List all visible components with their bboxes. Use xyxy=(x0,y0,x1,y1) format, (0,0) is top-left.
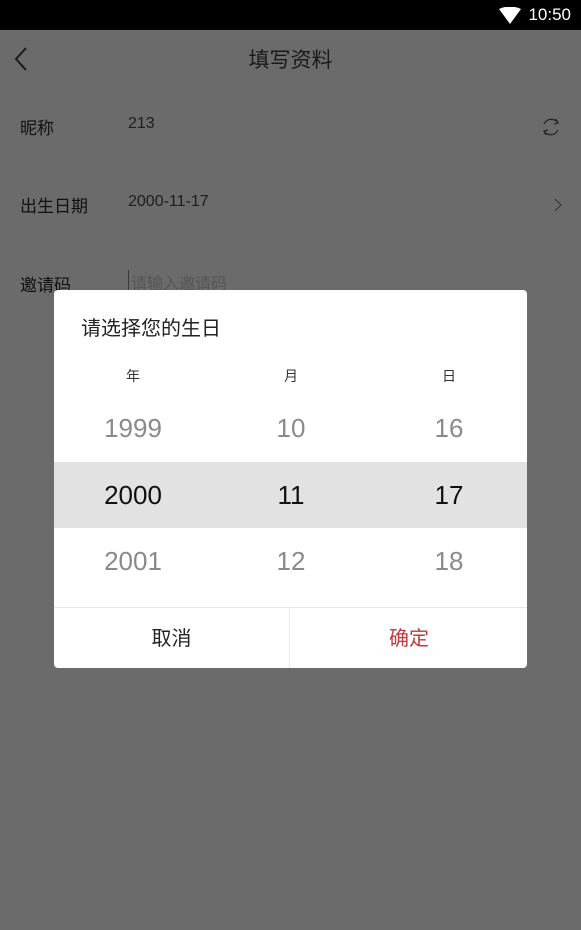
nickname-row: 昵称 213 xyxy=(0,97,581,157)
dialog-actions: 取消 确定 xyxy=(54,607,527,668)
day-option[interactable]: 16 xyxy=(370,395,527,461)
dialog-title: 请选择您的生日 xyxy=(81,316,221,340)
birthday-picker-dialog: 请选择您的生日 年 月 日 1999 10 16 2000 11 17 2001… xyxy=(54,290,527,668)
picker-row-selected: 2000 11 17 xyxy=(54,462,527,528)
picker-row-next: 2001 12 18 xyxy=(54,528,527,594)
cancel-button[interactable]: 取消 xyxy=(54,608,290,668)
picker-row-previous: 1999 10 16 xyxy=(54,395,527,461)
year-option[interactable]: 2001 xyxy=(54,528,212,594)
refresh-icon[interactable] xyxy=(539,115,563,139)
nickname-label: 昵称 xyxy=(20,119,54,139)
birthday-label: 出生日期 xyxy=(20,197,88,217)
year-option[interactable]: 1999 xyxy=(54,395,212,461)
birthday-row[interactable]: 出生日期 2000-11-17 xyxy=(0,175,581,235)
status-time: 10:50 xyxy=(528,5,571,24)
nickname-value: 213 xyxy=(128,115,155,132)
year-column-header: 年 xyxy=(126,369,140,385)
wifi-icon xyxy=(499,7,521,24)
birthday-value: 2000-11-17 xyxy=(128,193,209,210)
month-option[interactable]: 12 xyxy=(212,528,370,594)
year-selected[interactable]: 2000 xyxy=(54,462,212,528)
month-selected[interactable]: 11 xyxy=(212,462,370,528)
status-bar: 10:50 xyxy=(0,0,581,30)
day-column-header: 日 xyxy=(442,369,456,385)
day-option[interactable]: 18 xyxy=(370,528,527,594)
page-title: 填写资料 xyxy=(248,48,333,72)
confirm-button[interactable]: 确定 xyxy=(291,608,527,668)
month-column-header: 月 xyxy=(284,369,298,385)
day-selected[interactable]: 17 xyxy=(370,462,527,528)
app-bar: 填写资料 xyxy=(0,30,581,88)
month-option[interactable]: 10 xyxy=(212,395,370,461)
chevron-right-icon xyxy=(554,198,562,212)
